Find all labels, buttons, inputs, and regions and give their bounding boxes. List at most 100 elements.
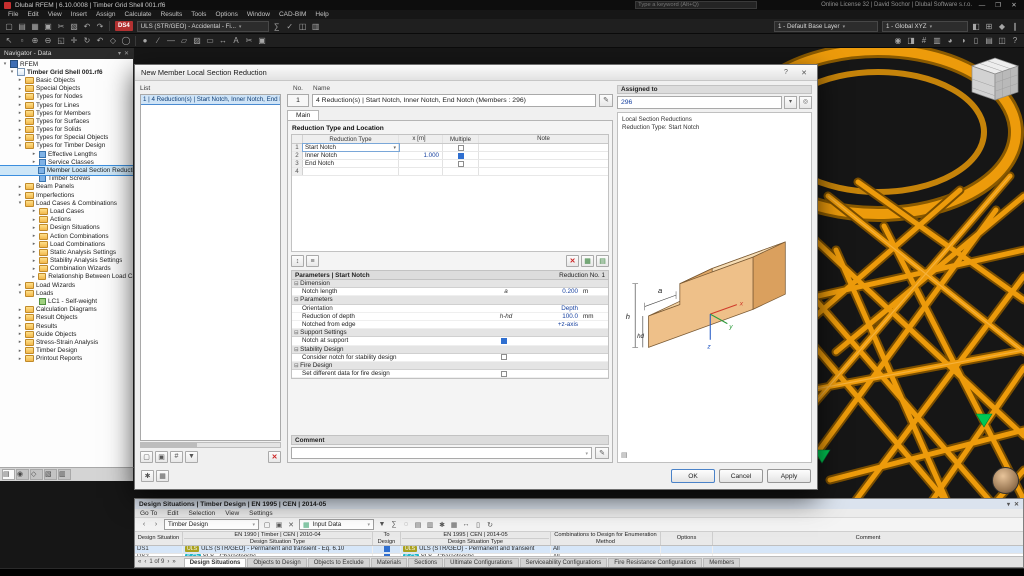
isometric-view-icon[interactable]: ◇ (107, 35, 119, 47)
menu-item[interactable]: File (4, 11, 22, 18)
new-row-icon[interactable]: ▢ (261, 519, 273, 530)
number-field[interactable]: 1 (287, 94, 309, 107)
tree-expand-arrow[interactable] (17, 127, 23, 133)
panel-dock-icon[interactable]: ▾ (1007, 501, 1010, 508)
tree-item[interactable]: Printout Reports (0, 355, 133, 363)
tree-expand-arrow[interactable] (17, 348, 23, 354)
design-situation-row[interactable]: DS1 ULSULS (STR/GEO) - Permanent and tra… (135, 546, 1023, 554)
menu-item[interactable]: Assign (92, 11, 120, 18)
table-edit-icon[interactable]: ▤ (596, 255, 609, 267)
dialog-help-icon[interactable]: ? (779, 69, 793, 76)
tree-item[interactable]: Types for Members (0, 109, 133, 117)
reduction-listbox[interactable]: 1 | 4 Reduction(s) | Start Notch, Inner … (140, 94, 281, 441)
param-row[interactable]: Support Settings (292, 329, 608, 337)
multiple-cell[interactable] (443, 168, 479, 175)
section-cut-icon[interactable]: ✂ (243, 35, 255, 47)
param-row[interactable]: Consider notch for stability design (292, 354, 608, 362)
table-settings-icon[interactable]: ✱ (436, 519, 448, 530)
search-input[interactable] (638, 2, 754, 8)
menu-item[interactable]: Insert (67, 11, 91, 18)
shadow-icon[interactable]: ◑ (957, 35, 969, 47)
param-value[interactable]: +z-axis (524, 321, 580, 328)
nav-tab-data-icon[interactable]: ▤ (2, 469, 15, 480)
x-location-cell[interactable] (399, 160, 443, 167)
full-view-icon[interactable]: ◯ (120, 35, 132, 47)
user-avatar[interactable] (992, 467, 1019, 494)
menu-item[interactable]: Results (157, 11, 187, 18)
table-tab[interactable]: Sections (408, 558, 443, 567)
note-cell[interactable] (479, 168, 608, 175)
tree-expand-arrow[interactable] (31, 258, 37, 264)
reduction-type-cell[interactable]: Start Notch▾ (303, 144, 399, 151)
ds-type-en1990[interactable]: ULSULS (STR/GEO) - Permanent and transie… (183, 546, 373, 553)
show-results-icon[interactable]: ◫ (297, 20, 309, 32)
tree-expand-arrow[interactable] (17, 184, 23, 190)
delete-reduction-icon[interactable]: ✕ (268, 451, 281, 463)
param-value[interactable]: 100.0 (524, 313, 580, 320)
last-page-button[interactable]: » (172, 559, 175, 565)
tree-item[interactable]: Types for Solids (0, 126, 133, 134)
dimension-icon[interactable]: ↔ (217, 35, 229, 47)
previous-view-icon[interactable]: ↶ (94, 35, 106, 47)
options-cell[interactable] (661, 546, 713, 553)
tree-expand-arrow[interactable] (31, 217, 37, 223)
zoom-in-icon[interactable]: ⊕ (29, 35, 41, 47)
design-module-combo[interactable]: Timber Design (164, 519, 259, 530)
tree-expand-arrow[interactable] (17, 331, 23, 337)
snap-icon[interactable]: ◆ (996, 20, 1008, 32)
load-situation-combo[interactable]: ULS (STR/GEO) - Accidental - Fi... (137, 21, 269, 32)
new-solid-icon[interactable]: ▨ (191, 35, 203, 47)
text-annotation-icon[interactable]: A (230, 35, 242, 47)
result-diagram-icon[interactable]: ▥ (310, 20, 322, 32)
sort-rows-icon[interactable]: ↕ (291, 255, 304, 267)
table-tab[interactable]: Serviceability Configurations (520, 558, 608, 567)
navigator-toggle-icon[interactable]: ◫ (996, 35, 1008, 47)
tree-item[interactable]: Imperfections (0, 191, 133, 199)
reduction-row[interactable]: 1 Start Notch▾ (292, 144, 608, 152)
table-tab[interactable]: Materials (371, 558, 407, 567)
tree-expand-arrow[interactable] (17, 135, 23, 141)
numbering-icon[interactable]: # (918, 35, 930, 47)
visibility-icon[interactable]: ◉ (892, 35, 904, 47)
coordinate-system-combo[interactable]: 1 - Global XYZ (882, 21, 968, 32)
new-model-icon[interactable]: ▢ (3, 20, 15, 32)
first-page-button[interactable]: « (138, 559, 141, 565)
panel-menu-item[interactable]: Selection (188, 510, 215, 517)
tree-expand-arrow[interactable] (17, 86, 23, 92)
multiple-checkbox[interactable] (458, 153, 464, 159)
tree-item[interactable]: Types for Special Objects (0, 134, 133, 142)
calculate-all-icon[interactable]: ∑ (271, 20, 283, 32)
tree-expand-arrow[interactable] (17, 143, 23, 149)
tree-item[interactable]: Timber Design (0, 347, 133, 355)
display-colors-icon[interactable]: ▥ (931, 35, 943, 47)
x-location-cell[interactable] (399, 168, 443, 175)
tree-item[interactable]: Actions (0, 216, 133, 224)
new-surface-icon[interactable]: ▱ (178, 35, 190, 47)
dialog-button[interactable]: OK (671, 469, 715, 483)
tree-item[interactable]: Timber Screws (0, 175, 133, 183)
multiple-checkbox[interactable] (458, 161, 464, 167)
comment-input[interactable] (291, 447, 592, 459)
menu-item[interactable]: Calculate (120, 11, 155, 18)
undo-icon[interactable]: ↶ (81, 20, 93, 32)
fit-columns-icon[interactable]: ↔ (460, 519, 472, 530)
rotate-view-icon[interactable]: ↻ (81, 35, 93, 47)
tree-expand-arrow[interactable] (31, 274, 36, 280)
prev-table-icon[interactable]: ‹ (138, 519, 150, 530)
tree-item[interactable]: Stability Analysis Settings (0, 257, 133, 265)
tree-expand-arrow[interactable] (17, 102, 23, 108)
param-row[interactable]: Dimension (292, 280, 608, 288)
tree-expand-arrow[interactable] (31, 208, 37, 214)
list-item[interactable]: 1 | 4 Reduction(s) | Start Notch, Inner … (141, 95, 280, 104)
note-cell[interactable] (479, 144, 608, 151)
tree-item[interactable]: Guide Objects (0, 330, 133, 338)
tree-item[interactable]: Types for Timber Design (0, 142, 133, 150)
restore-button[interactable]: ❐ (992, 1, 1004, 9)
list-copy-icon[interactable]: ▣ (155, 451, 168, 463)
comment-edit-button[interactable]: ✎ (595, 447, 609, 459)
next-table-icon[interactable]: › (150, 519, 162, 530)
param-row[interactable]: Notch at support (292, 337, 608, 345)
menu-item[interactable]: Window (243, 11, 274, 18)
to-design-cell[interactable] (373, 546, 401, 553)
tree-item[interactable]: Stress-Strain Analysis (0, 338, 133, 346)
